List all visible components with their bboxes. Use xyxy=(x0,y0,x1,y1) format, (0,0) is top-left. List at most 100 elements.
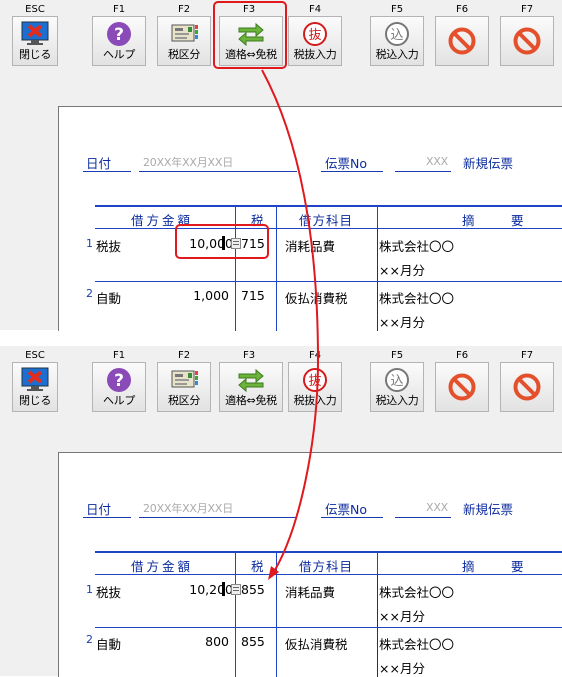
tax-amount: 715 xyxy=(241,288,265,303)
key-label: F2 xyxy=(177,4,191,15)
debit-account[interactable]: 消耗品費 xyxy=(285,582,335,601)
fkey-f2: F2 税区分 xyxy=(154,0,214,70)
f3-highlight-box xyxy=(213,1,287,69)
svg-text:込: 込 xyxy=(390,374,403,389)
row-number: 2 xyxy=(86,633,93,646)
summary-line-2[interactable]: ××月分 xyxy=(379,312,425,331)
tax-exclusive-icon: 抜 xyxy=(303,22,327,46)
header-tax: 税 xyxy=(251,559,267,574)
summary-line-2[interactable]: ××月分 xyxy=(379,260,425,279)
disabled-button-f7[interactable] xyxy=(500,362,554,412)
disabled-button-f6[interactable] xyxy=(435,362,489,412)
button-caption: 税区分 xyxy=(167,394,201,407)
key-label: F4 xyxy=(308,350,322,361)
screen-after: ESC 閉じる F1 ? ヘルプ F2 税区分 F3 適格⇔免税 F4 抜 税抜… xyxy=(0,346,562,677)
fkey-f4: F4 抜 税抜入力 xyxy=(285,0,345,70)
key-label: F5 xyxy=(390,4,404,15)
question-icon: ? xyxy=(107,368,131,392)
debit-account[interactable]: 仮払消費税 xyxy=(285,288,348,307)
entry-type: 税抜 xyxy=(96,585,122,600)
tax-category-icon xyxy=(171,24,198,42)
button-caption: 税区分 xyxy=(167,48,201,61)
summary-line-1[interactable]: 株式会社〇〇 xyxy=(379,582,454,601)
help-button[interactable]: ? ヘルプ xyxy=(92,362,146,412)
tax-exclusive-icon: 抜 xyxy=(303,368,327,392)
voucher-sheet: 日付 20XX年XX月XX日 伝票No XXX 新規伝票 借方金額 税 借方科目… xyxy=(58,106,562,331)
key-label: F5 xyxy=(390,350,404,361)
tax-inclusive-input-button[interactable]: 込 税込入力 xyxy=(370,362,424,412)
fkey-f1: F1 ? ヘルプ xyxy=(89,0,149,70)
button-caption: 閉じる xyxy=(18,394,52,407)
prohibited-icon xyxy=(513,373,541,401)
tax-category-button[interactable]: 税区分 xyxy=(157,16,211,66)
summary-line-2[interactable]: ××月分 xyxy=(379,658,425,677)
text-cursor xyxy=(222,582,225,596)
fkey-f1: F1 ? ヘルプ xyxy=(89,346,149,416)
summary-line-2[interactable]: ××月分 xyxy=(379,606,425,625)
disabled-button-f7[interactable] xyxy=(500,16,554,66)
close-button[interactable]: 閉じる xyxy=(12,16,58,66)
prohibited-icon xyxy=(513,27,541,55)
close-window-icon xyxy=(21,21,49,45)
summary-line-1[interactable]: 株式会社〇〇 xyxy=(379,634,454,653)
fkey-f7: F7 xyxy=(497,346,557,416)
voucher-no-field[interactable]: XXX xyxy=(426,155,448,168)
svg-text:抜: 抜 xyxy=(308,27,321,43)
close-button[interactable]: 閉じる xyxy=(12,362,58,412)
fkey-f4: F4 抜 税抜入力 xyxy=(285,346,345,416)
key-label: ESC xyxy=(25,4,45,15)
key-label: F6 xyxy=(455,4,469,15)
button-caption: ヘルプ xyxy=(102,394,136,407)
header-summary: 摘 要 xyxy=(462,559,536,574)
tax-exclusive-input-button[interactable]: 抜 税抜入力 xyxy=(288,16,342,66)
row-number: 1 xyxy=(86,583,93,596)
svg-text:抜: 抜 xyxy=(308,373,321,389)
summary-line-1[interactable]: 株式会社〇〇 xyxy=(379,236,454,255)
fkey-esc: ESC 閉じる xyxy=(5,346,65,416)
amount-field[interactable]: 800 xyxy=(159,634,229,649)
debit-account[interactable]: 仮払消費税 xyxy=(285,634,348,653)
tax-exclusive-input-button[interactable]: 抜 税抜入力 xyxy=(288,362,342,412)
svg-text:?: ? xyxy=(114,25,124,45)
fkey-f5: F5 込 税込入力 xyxy=(367,0,427,70)
tax-inclusive-input-button[interactable]: 込 税込入力 xyxy=(370,16,424,66)
voucher-no-label: 伝票No xyxy=(325,502,367,517)
key-label: ESC xyxy=(25,350,45,361)
close-window-icon xyxy=(21,367,49,391)
date-field[interactable]: 20XX年XX月XX日 xyxy=(143,154,233,170)
button-caption: 適格⇔免税 xyxy=(225,394,277,407)
header-amount: 借方金額 xyxy=(131,559,194,574)
fkey-f6: F6 xyxy=(432,0,492,70)
fkey-f6: F6 xyxy=(432,346,492,416)
disabled-button-f6[interactable] xyxy=(435,16,489,66)
question-icon: ? xyxy=(107,22,131,46)
date-field[interactable]: 20XX年XX月XX日 xyxy=(143,500,233,516)
entry-type: 自動 xyxy=(96,291,122,306)
voucher-sheet: 日付 20XX年XX月XX日 伝票No XXX 新規伝票 借方金額 税 借方科目… xyxy=(58,452,562,677)
fkey-esc: ESC 閉じる xyxy=(5,0,65,70)
amount-field[interactable]: 1,000 xyxy=(159,288,229,303)
svg-text:?: ? xyxy=(114,371,124,391)
tax-amount: 855 xyxy=(241,582,265,597)
voucher-no-field[interactable]: XXX xyxy=(426,501,448,514)
entry-type: 税抜 xyxy=(96,239,122,254)
amount-highlight-box xyxy=(175,224,269,259)
button-caption: 閉じる xyxy=(18,48,52,61)
debit-account[interactable]: 消耗品費 xyxy=(285,236,335,255)
summary-line-1[interactable]: 株式会社〇〇 xyxy=(379,288,454,307)
prohibited-icon xyxy=(448,27,476,55)
fkey-f2: F2 税区分 xyxy=(154,346,214,416)
voucher-status: 新規伝票 xyxy=(463,502,514,517)
fkey-f7: F7 xyxy=(497,0,557,70)
date-label: 日付 xyxy=(86,156,112,171)
tax-category-button[interactable]: 税区分 xyxy=(157,362,211,412)
help-button[interactable]: ? ヘルプ xyxy=(92,16,146,66)
key-label: F4 xyxy=(308,4,322,15)
header-summary: 摘 要 xyxy=(462,213,536,228)
tax-inclusive-icon: 込 xyxy=(385,22,409,46)
qualified-exempt-toggle-button[interactable]: 適格⇔免税 xyxy=(219,362,283,412)
key-label: F3 xyxy=(242,350,256,361)
key-label: F7 xyxy=(520,350,534,361)
calculator-icon[interactable] xyxy=(231,584,241,595)
button-caption: 税込入力 xyxy=(375,48,419,61)
